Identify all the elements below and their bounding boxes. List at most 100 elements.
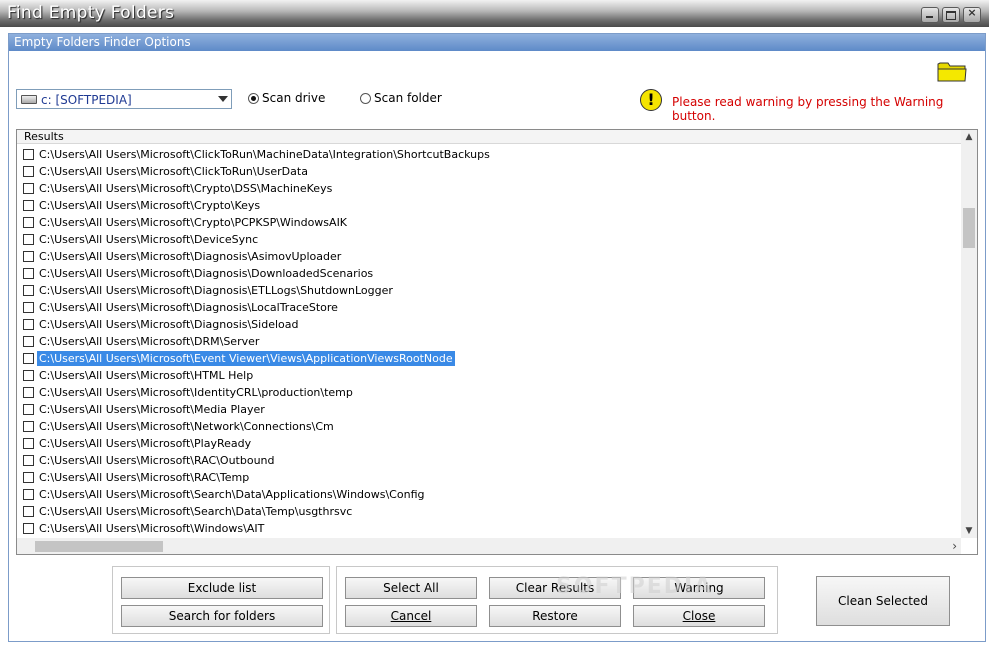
scan-drive-radio[interactable]: Scan drive: [248, 91, 325, 105]
row-checkbox[interactable]: [23, 251, 34, 262]
folder-path: C:\Users\All Users\Microsoft\ClickToRun\…: [39, 148, 490, 161]
row-checkbox[interactable]: [23, 149, 34, 160]
scan-drive-label: Scan drive: [262, 91, 326, 105]
row-checkbox[interactable]: [23, 166, 34, 177]
scan-folder-label: Scan folder: [374, 91, 442, 105]
left-button-group: Exclude list Search for folders: [112, 566, 330, 634]
row-checkbox[interactable]: [23, 455, 34, 466]
row-checkbox[interactable]: [23, 183, 34, 194]
drive-icon: [21, 95, 37, 104]
folder-path: C:\Users\All Users\Microsoft\Crypto\DSS\…: [39, 182, 333, 195]
list-item[interactable]: C:\Users\All Users\Microsoft\ClickToRun\…: [17, 163, 961, 180]
row-checkbox[interactable]: [23, 438, 34, 449]
row-checkbox[interactable]: [23, 472, 34, 483]
list-item[interactable]: C:\Users\All Users\Microsoft\Event Viewe…: [17, 350, 961, 367]
row-checkbox[interactable]: [23, 268, 34, 279]
list-item[interactable]: C:\Users\All Users\Microsoft\ClickToRun\…: [17, 146, 961, 163]
scan-folder-radio[interactable]: Scan folder: [360, 91, 442, 105]
vertical-scroll-thumb[interactable]: [963, 208, 975, 248]
folder-path: C:\Users\All Users\Microsoft\PlayReady: [39, 437, 252, 450]
horizontal-scrollbar[interactable]: ›: [17, 538, 961, 554]
row-checkbox[interactable]: [23, 387, 34, 398]
list-item[interactable]: C:\Users\All Users\Microsoft\Diagnosis\D…: [17, 265, 961, 282]
select-all-button[interactable]: Select All: [345, 577, 477, 599]
scan-folder-radio-dot[interactable]: [360, 92, 371, 104]
row-checkbox[interactable]: [23, 404, 34, 415]
list-item[interactable]: C:\Users\All Users\Microsoft\Diagnosis\S…: [17, 316, 961, 333]
horizontal-scroll-thumb[interactable]: [35, 541, 163, 552]
chevron-up-icon[interactable]: ▲: [961, 130, 977, 144]
folder-path: C:\Users\All Users\Microsoft\Diagnosis\S…: [39, 318, 299, 331]
list-item[interactable]: C:\Users\All Users\Microsoft\HTML Help: [17, 367, 961, 384]
close-button[interactable]: Close: [633, 605, 765, 627]
watermark-logo: SOFTPEDIA: [556, 574, 714, 599]
row-checkbox[interactable]: [23, 421, 34, 432]
list-item[interactable]: C:\Users\All Users\Microsoft\Crypto\DSS\…: [17, 180, 961, 197]
row-checkbox[interactable]: [23, 370, 34, 381]
drive-select[interactable]: c: [SOFTPEDIA]: [16, 89, 232, 109]
list-item[interactable]: C:\Users\All Users\Microsoft\Diagnosis\E…: [17, 282, 961, 299]
list-item[interactable]: C:\Users\All Users\Microsoft\RAC\Temp: [17, 469, 961, 486]
warning-message: Please read warning by pressing the Warn…: [672, 95, 944, 123]
folder-path: C:\Users\All Users\Microsoft\Diagnosis\L…: [39, 301, 338, 314]
row-checkbox[interactable]: [23, 506, 34, 517]
list-item[interactable]: C:\Users\All Users\Microsoft\RAC\Outboun…: [17, 452, 961, 469]
search-for-folders-button[interactable]: Search for folders: [121, 605, 323, 627]
list-item[interactable]: C:\Users\All Users\Microsoft\DRM\Server: [17, 333, 961, 350]
row-checkbox[interactable]: [23, 200, 34, 211]
list-item[interactable]: C:\Users\All Users\Microsoft\Windows\AIT: [17, 520, 961, 537]
folder-path: C:\Users\All Users\Microsoft\Diagnosis\D…: [39, 267, 374, 280]
chevron-down-icon[interactable]: ▼: [961, 524, 977, 538]
minimize-button[interactable]: [921, 7, 939, 23]
folder-path: C:\Users\All Users\Microsoft\Network\Con…: [39, 420, 334, 433]
list-item[interactable]: C:\Users\All Users\Microsoft\Search\Data…: [17, 486, 961, 503]
drive-select-value: c: [SOFTPEDIA]: [41, 93, 132, 107]
panel-title: Empty Folders Finder Options: [9, 34, 985, 51]
list-item[interactable]: C:\Users\All Users\Microsoft\DeviceSync: [17, 231, 961, 248]
chevron-right-icon[interactable]: ›: [952, 538, 957, 554]
row-checkbox[interactable]: [23, 285, 34, 296]
results-rows: C:\Users\All Users\Microsoft\ClickToRun\…: [17, 146, 961, 537]
window-title: Find Empty Folders: [7, 3, 175, 23]
folder-path: C:\Users\All Users\Microsoft\Media Playe…: [39, 403, 265, 416]
folder-path: C:\Users\All Users\Microsoft\Crypto\Keys: [39, 199, 261, 212]
vertical-scrollbar[interactable]: ▲ ▼: [961, 130, 977, 538]
folder-path: C:\Users\All Users\Microsoft\Event Viewe…: [37, 351, 455, 366]
folder-path: C:\Users\All Users\Microsoft\Search\Data…: [39, 488, 425, 501]
restore-button[interactable]: Restore: [489, 605, 621, 627]
folder-path: C:\Users\All Users\Microsoft\IdentityCRL…: [39, 386, 353, 399]
options-panel: Empty Folders Finder Options c: [SOFTPED…: [8, 33, 986, 642]
list-item[interactable]: C:\Users\All Users\Microsoft\Diagnosis\A…: [17, 248, 961, 265]
list-item[interactable]: C:\Users\All Users\Microsoft\IdentityCRL…: [17, 384, 961, 401]
list-item[interactable]: C:\Users\All Users\Microsoft\PlayReady: [17, 435, 961, 452]
row-checkbox[interactable]: [23, 217, 34, 228]
chevron-down-icon[interactable]: [218, 96, 228, 102]
row-checkbox[interactable]: [23, 319, 34, 330]
clean-selected-button[interactable]: Clean Selected: [816, 576, 950, 626]
folder-path: C:\Users\All Users\Microsoft\Search\Data…: [39, 505, 353, 518]
folder-path: C:\Users\All Users\Microsoft\ClickToRun\…: [39, 165, 308, 178]
maximize-button[interactable]: [942, 7, 960, 23]
exclude-list-button[interactable]: Exclude list: [121, 577, 323, 599]
list-item[interactable]: C:\Users\All Users\Microsoft\Network\Con…: [17, 418, 961, 435]
row-checkbox[interactable]: [23, 523, 34, 534]
results-list[interactable]: Results C:\Users\All Users\Microsoft\Cli…: [16, 129, 978, 555]
row-checkbox[interactable]: [23, 489, 34, 500]
list-item[interactable]: C:\Users\All Users\Microsoft\Search\Data…: [17, 503, 961, 520]
list-item[interactable]: C:\Users\All Users\Microsoft\Crypto\PCPK…: [17, 214, 961, 231]
folder-path: C:\Users\All Users\Microsoft\DRM\Server: [39, 335, 260, 348]
scan-drive-radio-dot[interactable]: [248, 92, 259, 104]
row-checkbox[interactable]: [23, 234, 34, 245]
list-item[interactable]: C:\Users\All Users\Microsoft\Media Playe…: [17, 401, 961, 418]
cancel-button[interactable]: Cancel: [345, 605, 477, 627]
row-checkbox[interactable]: [23, 353, 34, 364]
list-item[interactable]: C:\Users\All Users\Microsoft\Diagnosis\L…: [17, 299, 961, 316]
folder-path: C:\Users\All Users\Microsoft\RAC\Outboun…: [39, 454, 275, 467]
row-checkbox[interactable]: [23, 336, 34, 347]
folder-path: C:\Users\All Users\Microsoft\Diagnosis\A…: [39, 250, 342, 263]
title-bar: Find Empty Folders ×: [0, 0, 989, 27]
row-checkbox[interactable]: [23, 302, 34, 313]
close-window-button[interactable]: ×: [963, 6, 981, 23]
folder-icon[interactable]: [937, 60, 967, 82]
list-item[interactable]: C:\Users\All Users\Microsoft\Crypto\Keys: [17, 197, 961, 214]
